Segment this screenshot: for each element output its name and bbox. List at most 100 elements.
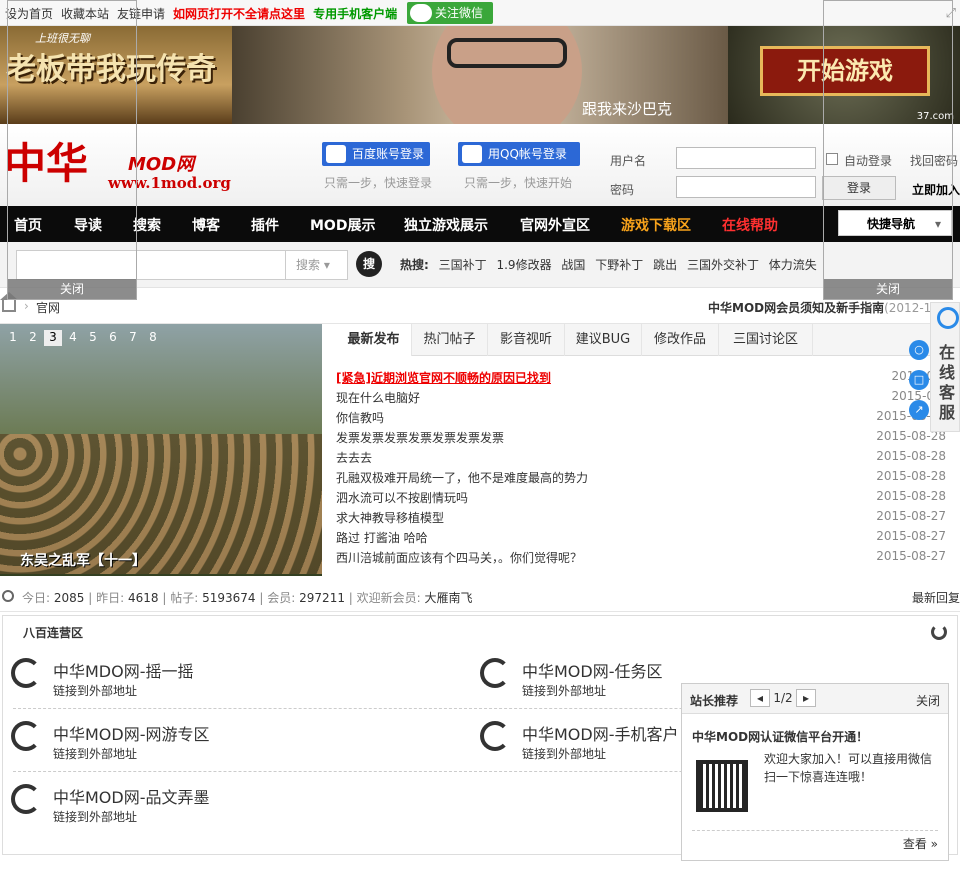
slide-number-active[interactable]: 3 [44,330,62,346]
nav-indie-games[interactable]: 独立游戏展示 [404,215,488,235]
mobile-client-link[interactable]: 专用手机客户端 [313,7,397,21]
zone-title[interactable]: 八百连营区 [23,624,83,641]
thread-title[interactable]: 现在什么电脑好 [336,389,420,406]
hot-search-item[interactable]: 三国外交补丁 [687,258,759,272]
latest-replies-link[interactable]: 最新回复 [912,589,960,606]
site-header: 中华 MOD网 www.1mod.org 百度账号登录 用QQ帐号登录 只需一步… [0,124,960,206]
slide-number[interactable]: 1 [4,330,22,346]
thread-title[interactable]: 泗水流可以不按剧情玩吗 [336,489,468,506]
stats-text: 今日: 2085 | 昨日: 4618 | 帖子: 5193674 | 会员: … [22,589,473,606]
tab-latest[interactable]: 最新发布 [336,324,412,356]
thread-title[interactable]: 去去去 [336,449,372,466]
popup-close-button[interactable]: 关闭 [916,692,940,709]
hot-search-item[interactable]: 跳出 [653,258,677,272]
slide-number[interactable]: 6 [104,330,122,346]
incomplete-page-link[interactable]: 如网页打开不全请点这里 [173,7,305,21]
tab-bug[interactable]: 建议BUG [565,324,642,356]
posts-label: 帖子: [170,591,199,605]
slide-title[interactable]: 东吴之乱军【十一】 [20,550,146,570]
slide-number[interactable]: 2 [24,330,42,346]
thread-title[interactable]: 路过 打酱油 哈哈 [336,529,428,546]
tab-three-kingdoms[interactable]: 三国讨论区 [719,324,813,356]
banner-caption: 跟我来沙巴克 [582,100,673,118]
thread-title[interactable]: 发票发票发票发票发票发票发票 [336,429,504,446]
search-button[interactable]: 搜 [356,251,382,277]
thread-row[interactable]: [紧急]近期浏览官网不顺畅的原因已找到2015-08- [336,366,946,386]
slide-number[interactable]: 8 [144,330,162,346]
thread-date: 2015-08-27 [876,549,946,563]
forum-item[interactable]: 中华MOD网-网游专区 链接到外部地址 [3,717,463,767]
thread-row[interactable]: 现在什么电脑好 2015-08- [336,386,946,406]
forum-item[interactable]: 中华MOD网-品文弄墨 链接到外部地址 [3,780,463,830]
popup-title[interactable]: 中华MOD网认证微信平台开通！ [692,728,868,745]
nav-search[interactable]: 搜索 [133,215,161,235]
slide-number[interactable]: 5 [84,330,102,346]
forum-name[interactable]: 中华MOD网-任务区 [522,658,663,682]
thread-date: 2015-08-28 [876,469,946,483]
search-type-label: 搜索 [296,258,321,272]
thread-title[interactable]: 求大神教导移植模型 [336,509,444,526]
forum-name[interactable]: 中华MDO网-摇一摇 [53,658,194,682]
password-input[interactable] [676,176,816,198]
left-ad-close-button[interactable]: 关闭 [8,279,136,299]
nav-blog[interactable]: 博客 [192,215,220,235]
tab-video[interactable]: 影音视听 [488,324,565,356]
right-ad-close-button[interactable]: 关闭 [824,279,952,299]
thread-row[interactable]: 泗水流可以不按剧情玩吗 2015-08-28 [336,486,946,506]
hot-search-item[interactable]: 三国补丁 [439,258,487,272]
thread-row[interactable]: 你信教吗2015-08-28 [336,406,946,426]
left-float-ad[interactable]: 关闭 [7,0,137,300]
forum-name[interactable]: 中华MOD网-手机客户 [522,721,679,745]
thread-row[interactable]: 孔融双极难开局统一了，他不是难度最高的势力 2015-08-28 [336,466,946,486]
qq-login-button[interactable]: 用QQ帐号登录 [458,142,580,166]
featured-slideshow[interactable]: 12345678 东吴之乱军【十一】 [0,324,322,576]
forum-name[interactable]: 中华MOD网-网游专区 [53,721,210,745]
thread-row[interactable]: 发票发票发票发票发票发票发票 2015-08-28 [336,426,946,446]
username-input[interactable] [676,147,816,169]
slide-number[interactable]: 4 [64,330,82,346]
popup-view-link[interactable]: 查看 » [903,835,938,852]
thread-row[interactable]: 求大神教导移植模型 2015-08-27 [336,506,946,526]
tab-hot[interactable]: 热门帖子 [412,324,488,356]
member-notice-link[interactable]: 中华MOD网会员须知及新手指南(2012-1 [708,299,931,316]
nav-promotion[interactable]: 官网外宣区 [520,215,590,235]
forum-item[interactable]: 中华MDO网-摇一摇 链接到外部地址 [3,654,463,704]
thread-row[interactable]: 去去去 2015-08-28 [336,446,946,466]
thread-title[interactable]: 你信教吗 [336,409,384,426]
stats-icon [2,590,14,602]
yesterday-count: 4618 [128,591,159,605]
stats-divider: | [88,591,93,605]
right-float-ad[interactable]: 关闭 [823,0,953,300]
follow-wechat-button[interactable]: 关注微信 [407,2,493,24]
nav-mod-showcase[interactable]: MOD展示 [310,215,375,235]
stats-divider: | [259,591,264,605]
newest-member-link[interactable]: 大雁南飞 [425,591,473,605]
baidu-login-button[interactable]: 百度账号登录 [322,142,430,166]
thread-row[interactable]: 西川涪城前面应该有个四马关，。你们觉得呢？ 2015-08-27 [336,546,946,566]
edit-service-icon[interactable]: ↗ [909,400,929,420]
next-page-button[interactable]: ▸ [796,689,816,707]
thread-title[interactable]: 西川涪城前面应该有个四马关，。你们觉得呢？ [336,549,582,566]
search-type-select[interactable]: 搜索 ▾ [286,250,348,280]
hot-search-item[interactable]: 1.9修改器 [496,258,551,272]
online-service-panel[interactable]: 在线客服 [930,302,960,432]
slide-number[interactable]: 7 [124,330,142,346]
tab-works[interactable]: 修改作品 [642,324,719,356]
hot-search-item[interactable]: 体力流失 [769,258,817,272]
prev-page-button[interactable]: ◂ [750,689,770,707]
qq-service-icon[interactable]: ○ [909,340,929,360]
hot-search-item[interactable]: 战国 [561,258,585,272]
breadcrumb-current[interactable]: 官网 [36,299,60,316]
thread-title[interactable]: 孔融双极难开局统一了，他不是难度最高的势力 [336,469,588,486]
game-banner[interactable]: 上班很无聊 老板带我玩传奇 跟我来沙巴克 开始游戏 37.com [0,26,960,124]
forum-name[interactable]: 中华MOD网-品文弄墨 [53,784,210,808]
home-icon[interactable] [0,292,18,312]
note-service-icon[interactable]: □ [909,370,929,390]
thread-title[interactable]: [紧急]近期浏览官网不顺畅的原因已找到 [336,369,551,386]
hot-search-item[interactable]: 下野补丁 [595,258,643,272]
nav-game-download[interactable]: 游戏下载区 [621,215,691,235]
nav-online-help[interactable]: 在线帮助 [722,215,778,235]
nav-plugins[interactable]: 插件 [251,215,279,235]
thread-row[interactable]: 路过 打酱油 哈哈 2015-08-27 [336,526,946,546]
collapse-icon[interactable] [931,624,947,640]
